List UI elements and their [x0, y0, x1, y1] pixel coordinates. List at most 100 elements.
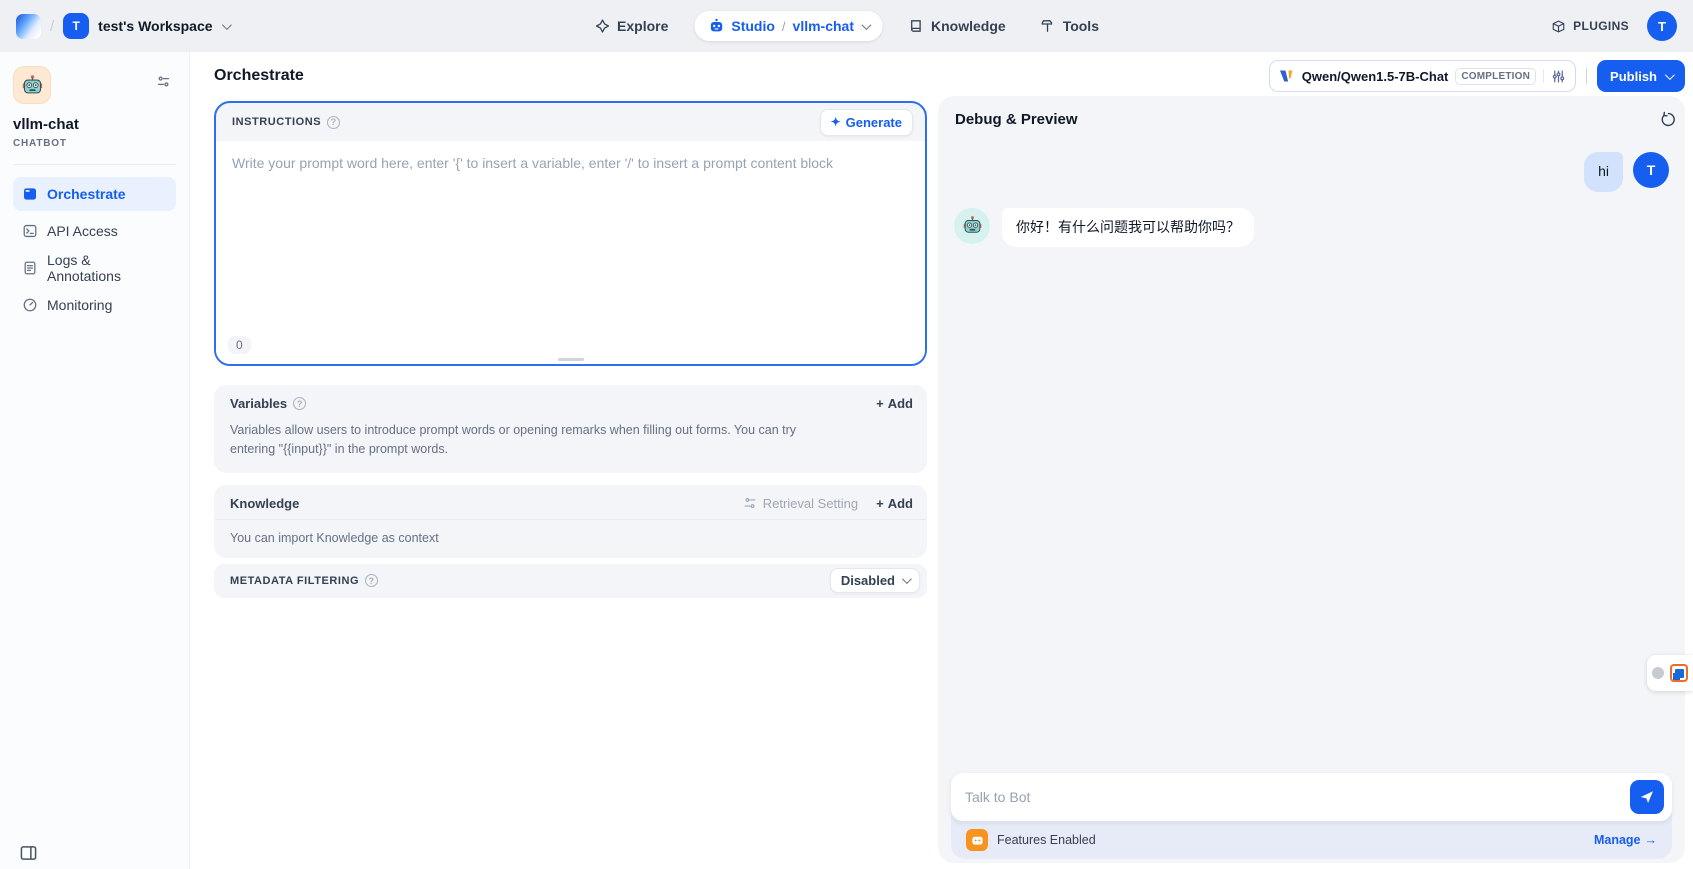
app-sidebar: vllm-chat CHATBOT Orchestrate API Access: [0, 52, 190, 869]
model-mode-badge: COMPLETION: [1455, 68, 1536, 85]
chevron-down-icon: [1665, 70, 1675, 80]
variables-description: Variables allow users to introduce promp…: [214, 419, 927, 473]
record-dot-icon: [1652, 667, 1664, 679]
robot-icon: [708, 18, 724, 34]
nav-tools[interactable]: Tools: [1032, 12, 1107, 40]
knowledge-section: Knowledge Retrieval Setting + Add: [214, 485, 927, 558]
help-icon[interactable]: ?: [365, 574, 378, 587]
debug-preview-panel: Debug & Preview hi T: [938, 96, 1685, 863]
chevron-down-icon[interactable]: [221, 20, 231, 30]
nav-explore-label: Explore: [617, 18, 668, 34]
sidebar-item-monitoring[interactable]: Monitoring: [13, 288, 176, 322]
gauge-icon: [22, 297, 38, 313]
extension-icon: [1670, 664, 1688, 682]
prompt-input[interactable]: [216, 141, 925, 311]
resize-handle[interactable]: [558, 358, 584, 361]
knowledge-header: Knowledge Retrieval Setting + Add: [214, 485, 927, 519]
metadata-title-wrap: METADATA FILTERING ?: [230, 574, 378, 587]
hammer-icon: [1040, 18, 1056, 34]
nav-explore[interactable]: Explore: [586, 12, 676, 40]
nav-tools-label: Tools: [1063, 18, 1099, 34]
bot-message-bubble: 你好！有什么问题我可以帮助你吗？: [1002, 208, 1254, 248]
collapse-layout-icon: [20, 845, 37, 861]
app-settings-icon[interactable]: [156, 74, 171, 89]
variables-title: Variables: [230, 396, 287, 411]
chat-input-dock: Features Enabled Manage →: [951, 773, 1672, 859]
collapse-sidebar-button[interactable]: [20, 845, 37, 861]
model-selector[interactable]: Qwen/Qwen1.5-7B-Chat COMPLETION: [1269, 60, 1576, 92]
variables-section: Variables ? + Add Variables allow users …: [214, 385, 927, 473]
chat-messages: hi T 你好！有什么问题我可以帮助你吗？: [938, 138, 1685, 247]
manage-features-link[interactable]: Manage →: [1594, 833, 1657, 847]
sidebar-divider: [13, 164, 176, 165]
send-icon: [1639, 789, 1655, 805]
send-button[interactable]: [1630, 780, 1664, 814]
publish-button[interactable]: Publish: [1597, 60, 1685, 92]
workspace-avatar[interactable]: T: [63, 13, 89, 39]
features-bar: Features Enabled Manage →: [951, 821, 1672, 859]
help-icon[interactable]: ?: [293, 397, 306, 410]
add-variable-label: Add: [888, 396, 913, 411]
knowledge-description: You can import Knowledge as context: [214, 520, 927, 558]
instructions-body: 0: [216, 141, 925, 364]
manage-label: Manage: [1594, 833, 1641, 847]
add-knowledge-button[interactable]: + Add: [876, 496, 913, 511]
sidebar-item-api-access[interactable]: API Access: [13, 214, 176, 248]
sidebar-app-name: vllm-chat: [13, 116, 176, 133]
sparkle-icon: ✦: [831, 116, 841, 128]
package-icon: [1551, 19, 1566, 34]
chat-input[interactable]: [965, 789, 1630, 805]
nav-knowledge[interactable]: Knowledge: [900, 12, 1014, 40]
model-params-icon[interactable]: [1551, 69, 1566, 84]
retrieval-setting-label: Retrieval Setting: [763, 496, 858, 511]
retrieval-setting-button[interactable]: Retrieval Setting: [743, 496, 858, 511]
vllm-logo-icon: [1279, 69, 1295, 83]
instructions-title: INSTRUCTIONS: [232, 116, 321, 128]
add-variable-button[interactable]: + Add: [876, 396, 913, 411]
robot-emoji-icon: [21, 74, 44, 97]
breadcrumb-separator: /: [50, 18, 54, 35]
workspace-name[interactable]: test's Workspace: [98, 18, 212, 34]
plugins-label: PLUGINS: [1573, 19, 1629, 33]
variables-title-wrap: Variables ?: [230, 396, 306, 411]
sidebar-item-label: Logs & Annotations: [47, 252, 167, 284]
user-avatar[interactable]: T: [1647, 11, 1677, 41]
sidebar-item-orchestrate[interactable]: Orchestrate: [13, 177, 176, 211]
chat-input-card: [951, 773, 1672, 821]
terminal-icon: [22, 223, 38, 239]
add-knowledge-label: Add: [888, 496, 913, 511]
extension-glyph: [1675, 669, 1684, 678]
bot-chat-avatar: [954, 208, 990, 244]
explore-icon: [594, 18, 610, 34]
plugins-button[interactable]: PLUGINS: [1551, 19, 1629, 34]
nav-studio[interactable]: Studio / vllm-chat: [694, 11, 882, 41]
sidebar-item-label: API Access: [47, 223, 118, 239]
sidebar-item-logs-annotations[interactable]: Logs & Annotations: [13, 251, 176, 285]
nav-studio-label: Studio: [731, 18, 775, 34]
top-header: / T test's Workspace Explore Studi: [0, 0, 1693, 52]
dify-logo[interactable]: [16, 14, 41, 39]
arrow-right-icon: →: [1645, 833, 1658, 847]
restart-conversation-icon[interactable]: [1660, 111, 1677, 128]
char-count-badge: 0: [228, 336, 251, 354]
features-icon: [966, 829, 988, 851]
user-message-bubble: hi: [1584, 152, 1623, 192]
toolbar-right: Qwen/Qwen1.5-7B-Chat COMPLETION Publish: [1269, 60, 1685, 92]
sidebar-app-type: CHATBOT: [13, 138, 176, 149]
header-left: / T test's Workspace: [16, 13, 229, 39]
current-app-name: vllm-chat: [793, 18, 854, 34]
instructions-title-wrap: INSTRUCTIONS ?: [232, 116, 340, 129]
chevron-down-icon: [902, 574, 912, 584]
floating-extension-widget[interactable]: [1647, 655, 1693, 691]
variables-header: Variables ? + Add: [214, 385, 927, 419]
metadata-filtering-row: METADATA FILTERING ? Disabled: [214, 564, 927, 598]
help-icon[interactable]: ?: [327, 116, 340, 129]
robot-emoji-icon: [962, 215, 983, 236]
sidebar-item-label: Orchestrate: [47, 186, 126, 202]
metadata-filtering-toggle[interactable]: Disabled: [830, 568, 920, 593]
window-icon: [22, 186, 38, 202]
chevron-down-icon[interactable]: [861, 20, 871, 30]
generate-label: Generate: [846, 115, 902, 130]
page-title: Orchestrate: [214, 67, 304, 85]
generate-button[interactable]: ✦ Generate: [820, 109, 913, 136]
